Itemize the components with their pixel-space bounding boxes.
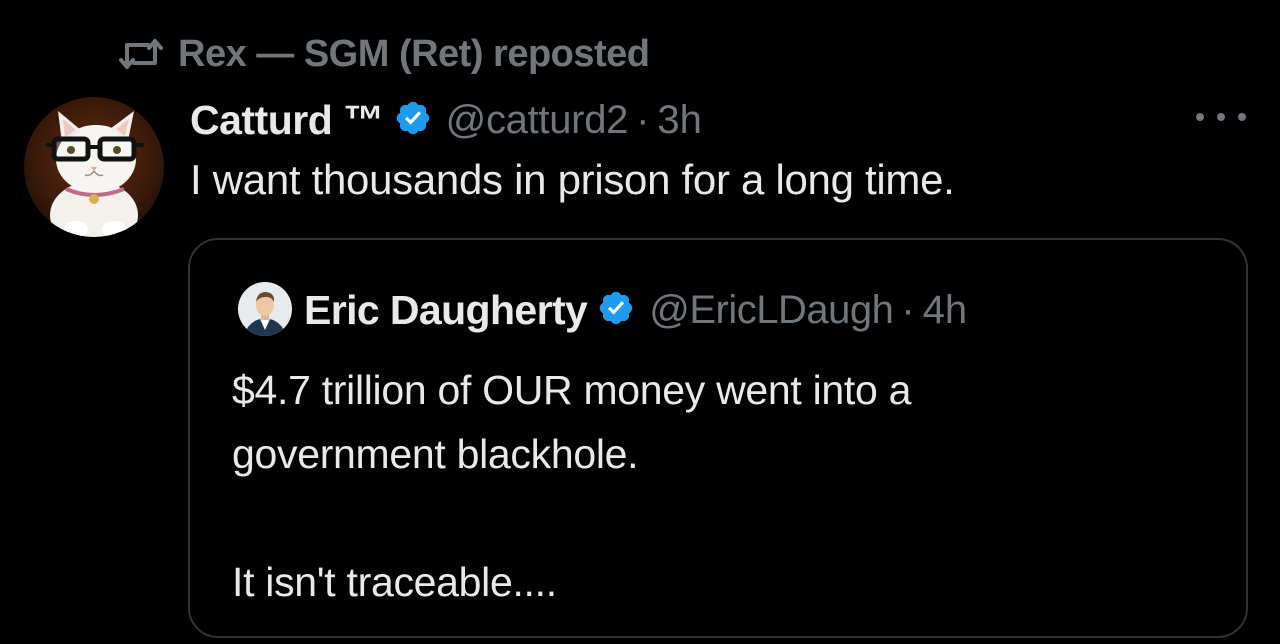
verified-badge-icon[interactable]	[597, 289, 635, 332]
more-dot	[1238, 113, 1246, 121]
quoted-text-line	[232, 486, 1212, 550]
quoted-author-avatar[interactable]	[238, 282, 292, 336]
repost-icon	[118, 37, 164, 71]
quoted-tweet-timestamp[interactable]: 4h	[923, 288, 968, 333]
verified-badge-icon[interactable]	[394, 99, 432, 142]
author-name[interactable]: Catturd ™	[190, 97, 384, 144]
tweet-header: Catturd ™ @catturd2 · 3h	[190, 92, 702, 148]
more-options-icon[interactable]	[1196, 102, 1246, 132]
author-avatar[interactable]	[24, 97, 164, 237]
repost-label: Rex — SGM (Ret) reposted	[178, 32, 650, 75]
tweet-timestamp[interactable]: 3h	[657, 98, 702, 143]
quoted-text-line: $4.7 trillion of OUR money went into a	[232, 367, 912, 413]
tweet-text: I want thousands in prison for a long ti…	[190, 156, 955, 203]
more-dot	[1217, 113, 1225, 121]
author-handle[interactable]: @catturd2	[446, 98, 629, 143]
quoted-tweet-text: $4.7 trillion of OUR money went into a g…	[232, 358, 1212, 614]
quoted-author-name[interactable]: Eric Daugherty	[304, 287, 588, 334]
quoted-tweet-header: Eric Daugherty @EricLDaugh · 4h	[304, 284, 967, 336]
quoted-author-handle[interactable]: @EricLDaugh	[649, 288, 894, 333]
more-dot	[1196, 113, 1204, 121]
repost-context[interactable]: Rex — SGM (Ret) reposted	[118, 30, 650, 78]
quoted-text-line: It isn't traceable....	[232, 559, 557, 605]
separator-dot: ·	[636, 97, 650, 142]
separator-dot: ·	[901, 287, 915, 332]
quoted-text-line: government blackhole.	[232, 431, 639, 477]
quoted-tweet-card[interactable]: Eric Daugherty @EricLDaugh · 4h $4.7 tri…	[188, 238, 1248, 638]
